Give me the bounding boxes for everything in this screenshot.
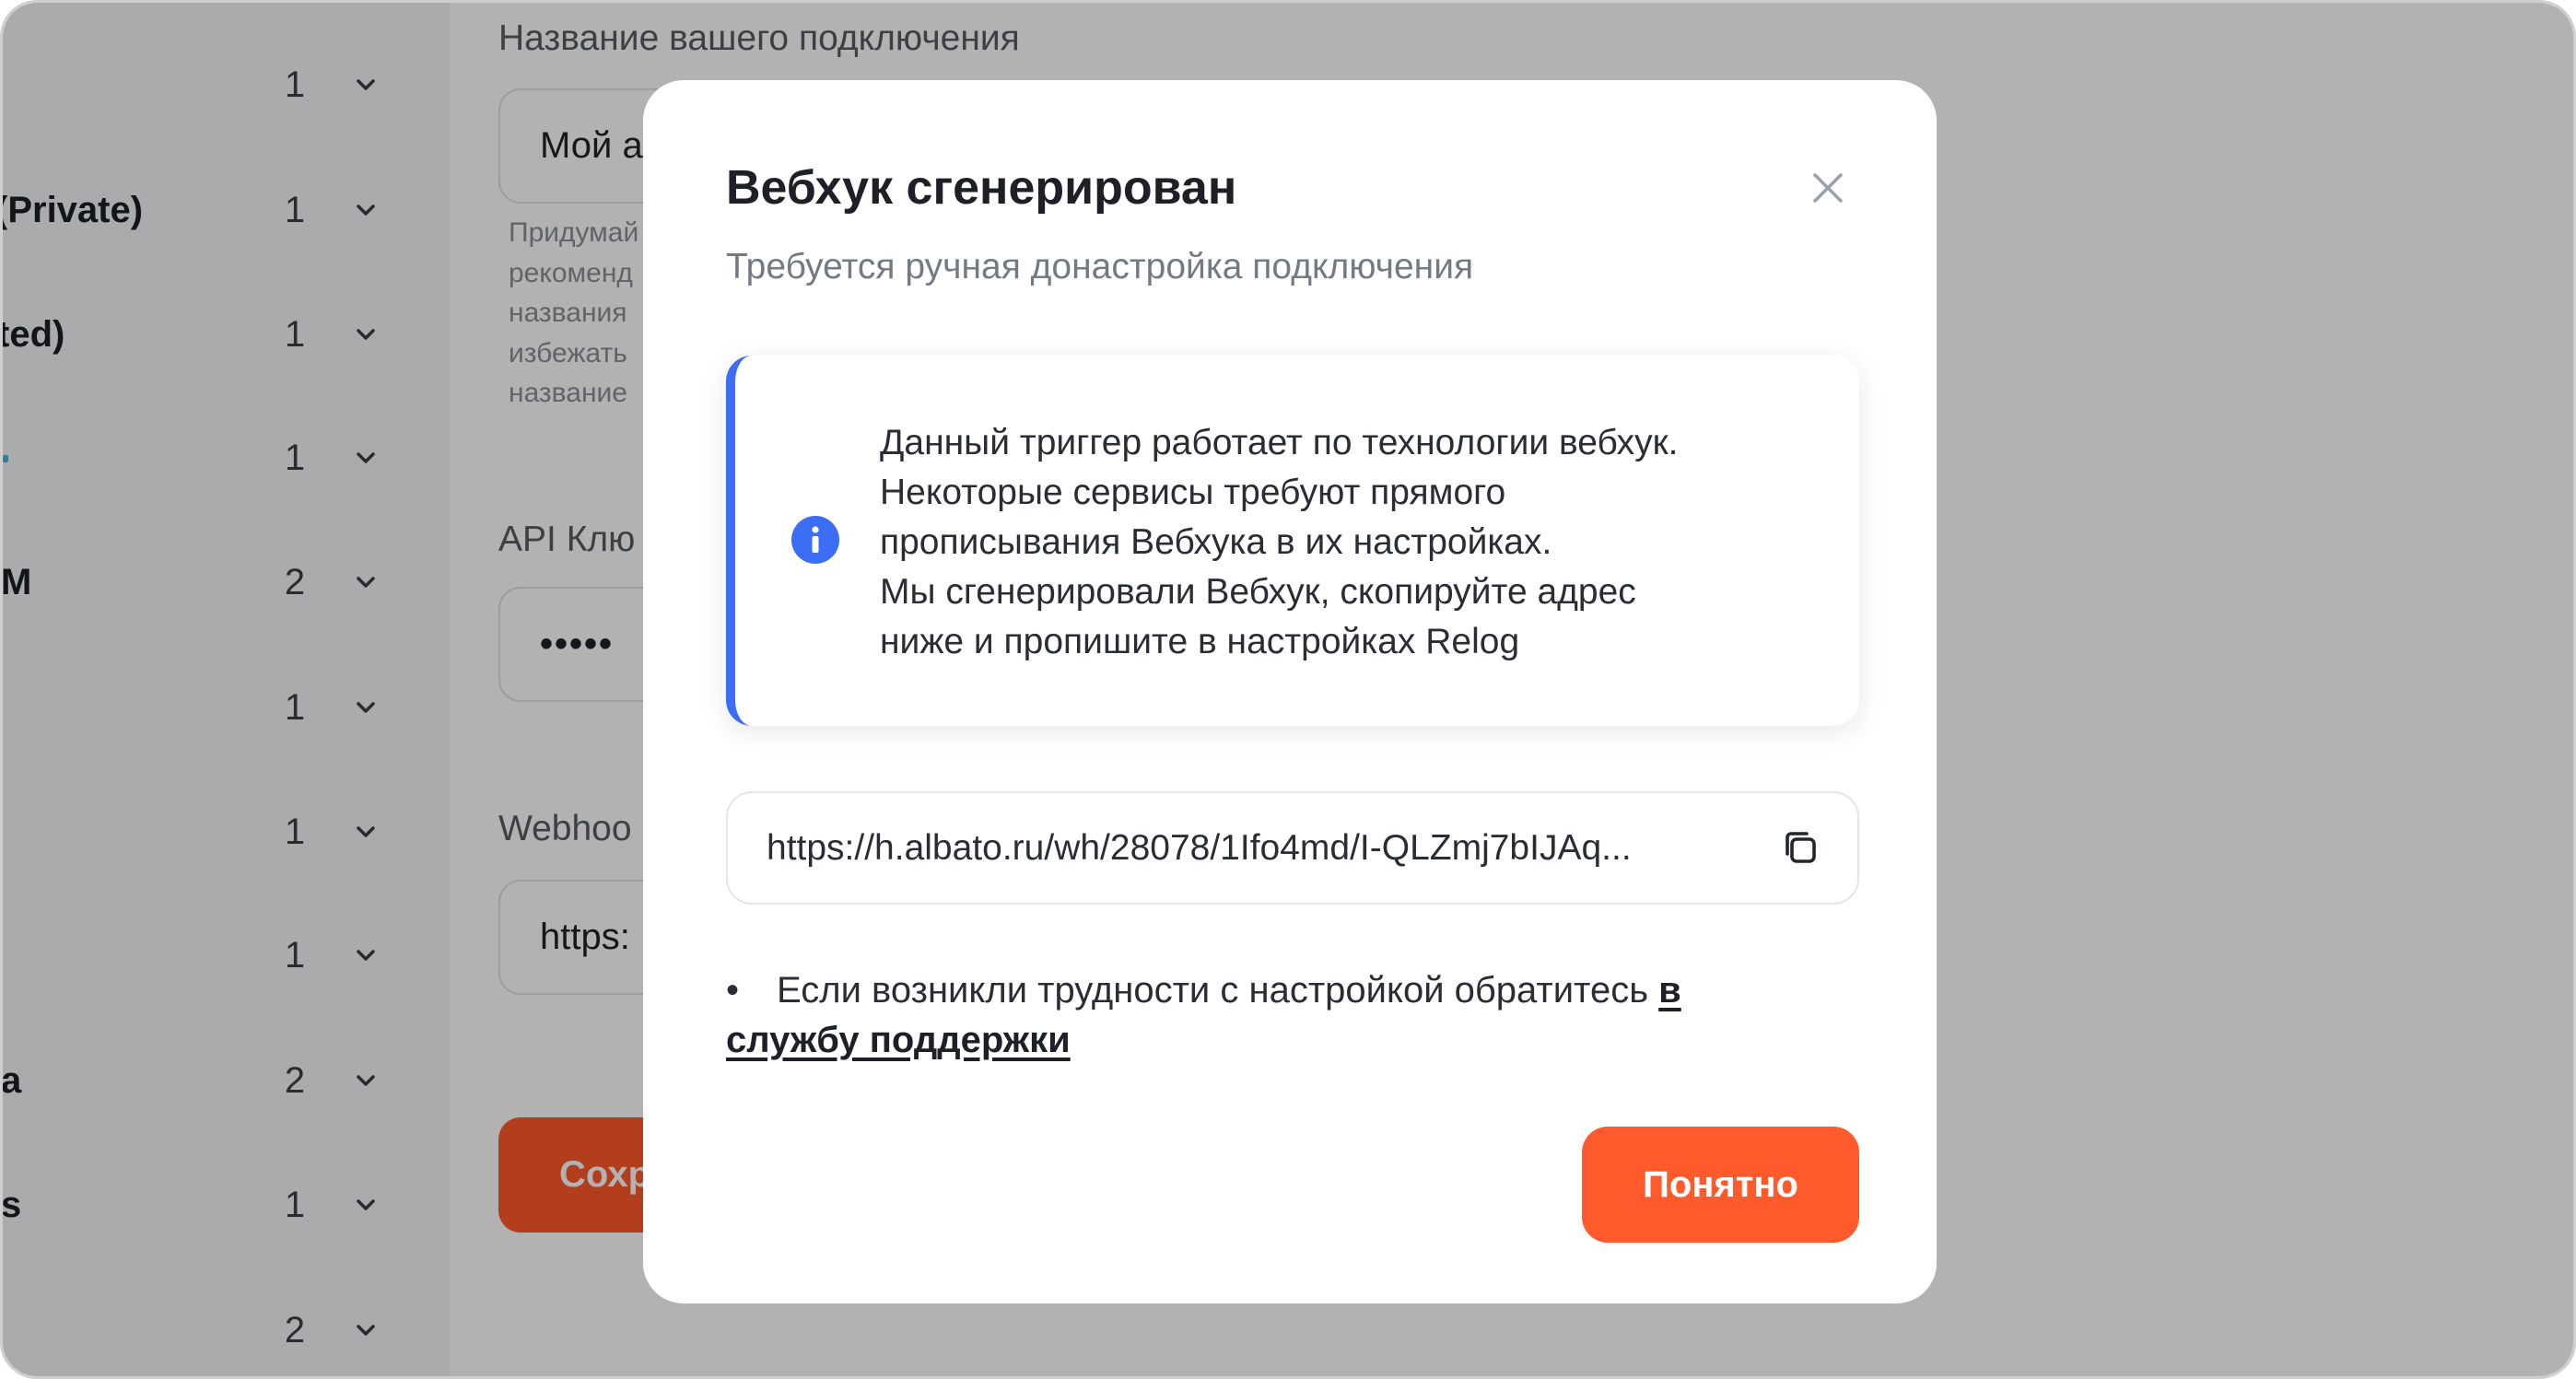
- close-icon[interactable]: [1809, 169, 1846, 206]
- dialog-title: Вебхук сгенерирован: [726, 161, 1237, 215]
- info-line: прописывания Вебхука в их настройках.: [880, 522, 1552, 562]
- info-line: ниже и пропишите в настройках Relog: [880, 622, 1520, 661]
- support-hint-text: Если возникли трудности с настройкой обр…: [777, 970, 1659, 1011]
- info-text: Данный триггер работает по технологии ве…: [880, 418, 1679, 667]
- info-line: Мы сгенерировали Вебхук, скопируйте адре…: [880, 572, 1636, 612]
- webhook-url-field[interactable]: https://h.albato.ru/wh/28078/1Ifo4md/I-Q…: [726, 791, 1859, 905]
- confirm-button[interactable]: Понятно: [1582, 1127, 1859, 1243]
- info-line: Некоторые сервисы требуют прямого: [880, 473, 1506, 512]
- info-icon: [791, 516, 839, 564]
- webhook-generated-dialog: Вебхук сгенерирован Требуется ручная дон…: [643, 80, 1937, 1303]
- copy-icon[interactable]: [1778, 825, 1822, 870]
- dialog-subtitle: Требуется ручная донастройка подключения: [726, 247, 1474, 286]
- info-line: Данный триггер работает по технологии ве…: [880, 423, 1679, 462]
- webhook-url[interactable]: https://h.albato.ru/wh/28078/1Ifo4md/I-Q…: [767, 793, 1743, 903]
- app-window: 1 (Private) 1 ted) 1 1 M 2 1 1 1 a 2 s 1…: [0, 0, 2576, 1379]
- support-hint: • Если возникли трудности с настройкой об…: [726, 965, 1758, 1065]
- bullet: •: [726, 970, 740, 1011]
- info-callout: Данный триггер работает по технологии ве…: [726, 356, 1859, 726]
